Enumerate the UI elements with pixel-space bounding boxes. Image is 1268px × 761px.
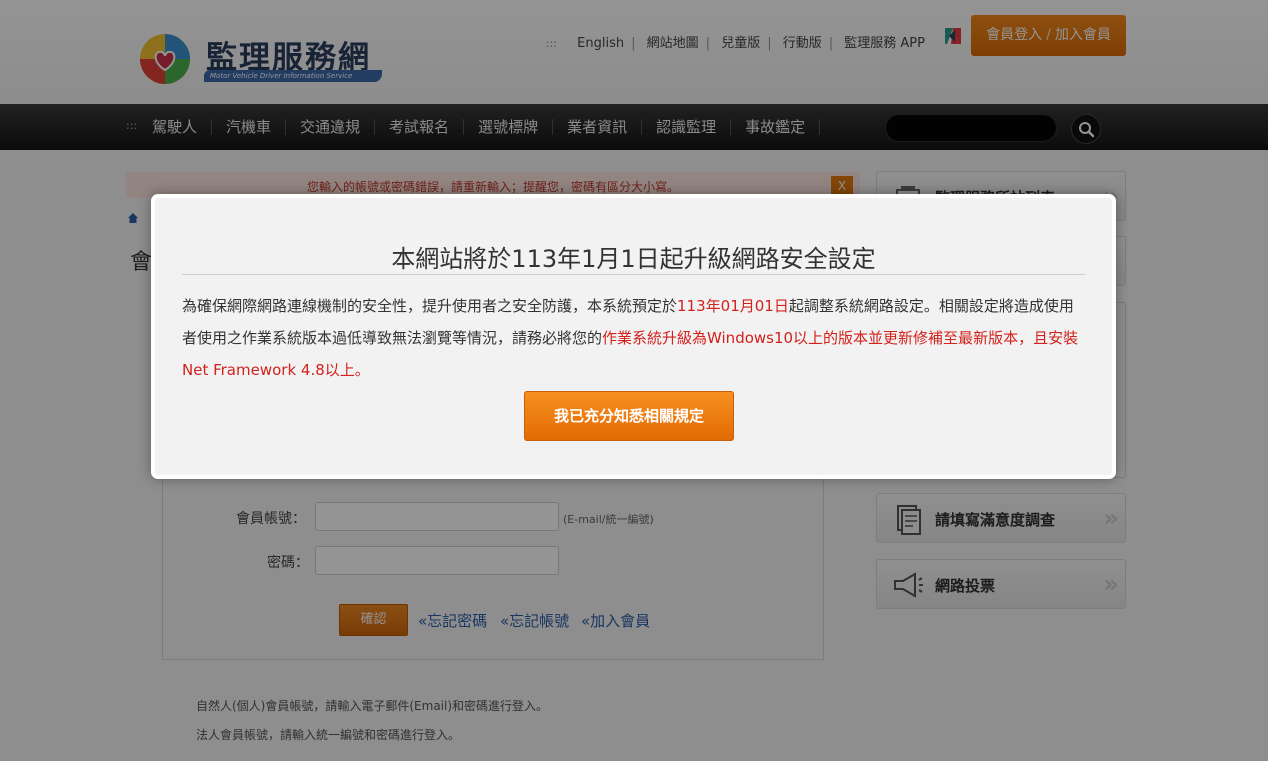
dialog-text-1: 為確保網際網路連線機制的安全性，提升使用者之安全防護，本系統預定於 [182,297,678,315]
dialog-date: 113年01月01日 [677,297,789,315]
security-notice-dialog: 本網站將於113年1月1日起升級網路安全設定 為確保網際網路連線機制的安全性，提… [151,194,1116,479]
acknowledge-button[interactable]: 我已充分知悉相關規定 [524,391,734,441]
dialog-title: 本網站將於113年1月1日起升級網路安全設定 [391,245,876,273]
dialog-divider [182,274,1085,275]
dialog-message: 為確保網際網路連線機制的安全性，提升使用者之安全防護，本系統預定於113年01月… [182,290,1087,386]
